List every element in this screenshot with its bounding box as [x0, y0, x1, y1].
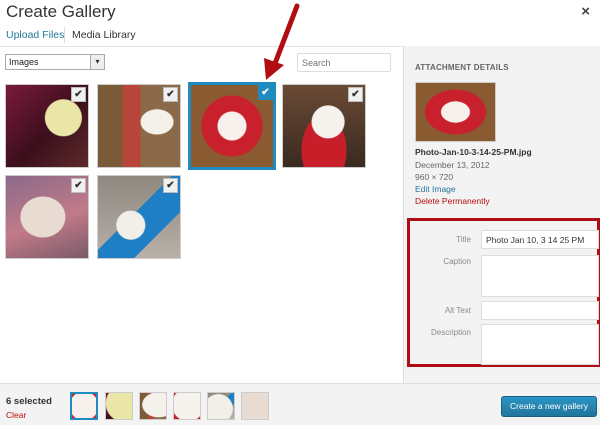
- filter-value: Images: [9, 57, 39, 67]
- selected-thumbnail[interactable]: [207, 392, 235, 420]
- details-heading: ATTACHMENT DETAILS: [415, 63, 509, 72]
- selection-count: 6 selected: [6, 396, 52, 407]
- media-thumbnail[interactable]: ✔: [97, 175, 181, 259]
- check-icon[interactable]: ✔: [163, 178, 178, 193]
- search-input[interactable]: [297, 53, 391, 72]
- description-label: Description: [430, 328, 471, 337]
- selection-toolbar: 6 selected Clear Create a new gallery: [0, 383, 600, 425]
- check-icon[interactable]: ✔: [348, 87, 363, 102]
- check-icon[interactable]: ✔: [258, 85, 273, 100]
- modal-title: Create Gallery: [6, 2, 116, 21]
- attachment-dimensions: 960 × 720: [415, 172, 454, 182]
- clear-selection-link[interactable]: Clear: [6, 410, 26, 420]
- media-thumbnail[interactable]: ✔: [5, 84, 89, 168]
- attachment-filename: Photo-Jan-10-3-14-25-PM.jpg: [415, 147, 532, 157]
- media-thumbnail[interactable]: ✔: [282, 84, 366, 168]
- media-thumbnail-selected[interactable]: ✔: [188, 82, 276, 170]
- selected-thumbnail[interactable]: [241, 392, 269, 420]
- caption-label: Caption: [443, 257, 471, 266]
- create-gallery-button[interactable]: Create a new gallery: [501, 396, 597, 417]
- attachment-date: December 13, 2012: [415, 160, 490, 170]
- chevron-down-icon: ▾: [90, 55, 104, 69]
- attachment-preview: [415, 82, 496, 142]
- title-label: Title: [456, 235, 471, 244]
- tab-media-library[interactable]: Media Library: [72, 29, 136, 41]
- selected-thumbnail[interactable]: [139, 392, 167, 420]
- tab-divider: [64, 27, 65, 43]
- tab-upload-files[interactable]: Upload Files: [6, 29, 64, 41]
- alt-text-label: Alt Text: [444, 306, 471, 315]
- caption-field[interactable]: [481, 255, 599, 297]
- selected-thumbnail[interactable]: [70, 392, 98, 420]
- attachment-fields-highlight: Title Caption Alt Text Description: [407, 218, 600, 367]
- attachment-details-panel: ATTACHMENT DETAILS Photo-Jan-10-3-14-25-…: [403, 46, 600, 383]
- selected-thumbnail[interactable]: [105, 392, 133, 420]
- media-thumbnail[interactable]: ✔: [97, 84, 181, 168]
- check-icon[interactable]: ✔: [71, 178, 86, 193]
- selected-thumbnail[interactable]: [173, 392, 201, 420]
- check-icon[interactable]: ✔: [71, 87, 86, 102]
- description-field[interactable]: [481, 324, 599, 365]
- check-icon[interactable]: ✔: [163, 87, 178, 102]
- header-divider: [0, 46, 403, 47]
- delete-permanently-link[interactable]: Delete Permanently: [415, 196, 490, 206]
- title-field[interactable]: [481, 230, 599, 249]
- edit-image-link[interactable]: Edit Image: [415, 184, 456, 194]
- close-icon[interactable]: ×: [581, 3, 590, 20]
- media-tabs: Upload Files Media Library: [0, 24, 600, 46]
- alt-text-field[interactable]: [481, 301, 599, 320]
- media-thumbnail[interactable]: ✔: [5, 175, 89, 259]
- media-type-filter[interactable]: Images ▾: [5, 54, 105, 70]
